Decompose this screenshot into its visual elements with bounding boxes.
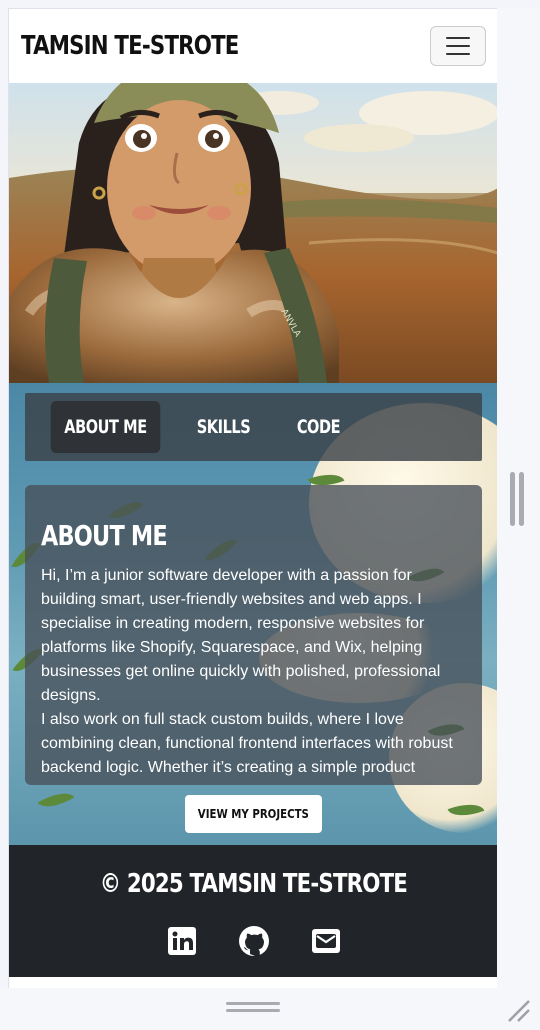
leaf-decoration <box>37 785 75 815</box>
tab-about-me[interactable]: ABOUT ME <box>50 401 161 453</box>
menu-toggle-button[interactable] <box>430 26 486 66</box>
corner-resize-icon[interactable] <box>503 995 533 1025</box>
brand-logo[interactable]: TAMSIN TE-STROTE <box>21 31 239 61</box>
browser-viewport: TAMSIN TE-STROTE ANVLA ABOUT ME SKILLS C… <box>8 8 497 988</box>
social-links <box>9 925 497 958</box>
about-section: ABOUT ME SKILLS CODE ABOUT ME Hi, I’m a … <box>9 383 497 845</box>
vertical-resize-handle[interactable] <box>510 472 524 526</box>
footer: © 2025 TAMSIN TE-STROTE <box>9 845 497 977</box>
tab-code[interactable]: CODE <box>283 401 354 453</box>
email-icon[interactable] <box>310 925 342 957</box>
portrait-illustration: ANVLA <box>9 83 497 383</box>
github-icon[interactable] <box>238 925 270 958</box>
hero-image: ANVLA <box>9 83 497 383</box>
section-tabs: ABOUT ME SKILLS CODE <box>25 393 482 461</box>
about-card: ABOUT ME Hi, I’m a junior software devel… <box>25 485 482 785</box>
view-projects-button[interactable]: VIEW MY PROJECTS <box>185 795 322 833</box>
horizontal-resize-handle[interactable] <box>226 1002 280 1016</box>
navbar: TAMSIN TE-STROTE <box>9 9 497 83</box>
hamburger-icon <box>446 37 470 39</box>
copyright-text: © 2025 TAMSIN TE-STROTE <box>99 869 408 899</box>
tab-skills[interactable]: SKILLS <box>183 401 264 453</box>
about-paragraph: Hi, I’m a junior software developer with… <box>41 567 441 704</box>
about-heading: ABOUT ME <box>41 519 168 552</box>
linkedin-icon[interactable] <box>166 925 198 957</box>
about-paragraph: I also work on full stack custom builds,… <box>41 711 453 776</box>
page-bottom <box>9 977 497 988</box>
